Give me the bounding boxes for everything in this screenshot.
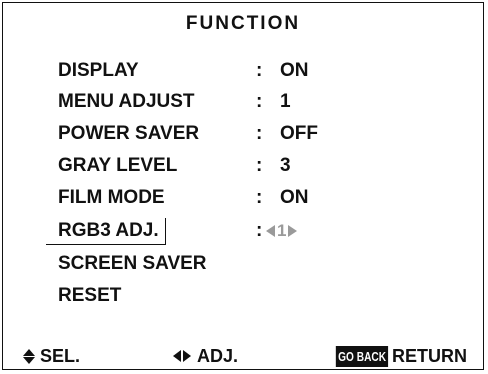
menu-item-label: POWER SAVER	[58, 123, 200, 144]
menu-footer-hints: SEL. ADJ. GO BACK RETURN	[3, 343, 483, 369]
select-hint: SEL.	[23, 343, 80, 369]
menu-item-label: MENU ADJUST	[58, 91, 195, 112]
menu-title: FUNCTION	[185, 13, 301, 34]
menu-item-value: 3	[280, 155, 291, 176]
menu-item-label: RESET	[58, 285, 122, 306]
arrow-left-icon[interactable]	[266, 225, 275, 237]
rgb3-adjust-control[interactable]: 1	[266, 218, 298, 244]
selected-menu-item-label: RGB3 ADJ.	[46, 218, 166, 245]
menu-item-value: OFF	[280, 123, 318, 144]
menu-item-label: DISPLAY	[58, 60, 139, 81]
menu-item-label: GRAY LEVEL	[58, 155, 178, 176]
menu-item-value: ON	[280, 187, 309, 208]
menu-item-label: FILM MODE	[58, 187, 165, 208]
left-right-arrow-icon	[173, 350, 191, 362]
return-hint: GO BACK RETURN	[321, 343, 467, 369]
rgb3-adjust-value: 1	[277, 221, 287, 240]
return-hint-label: RETURN	[392, 345, 467, 366]
arrow-right-icon[interactable]	[288, 225, 298, 237]
menu-item-colon: :	[256, 155, 263, 176]
menu-item-value: ON	[280, 60, 309, 81]
adjust-hint-label: ADJ.	[197, 345, 239, 366]
menu-item-label: SCREEN SAVER	[58, 253, 207, 274]
menu-item-colon: :	[256, 220, 263, 241]
up-down-arrow-icon	[23, 348, 35, 364]
select-hint-label: SEL.	[40, 345, 81, 366]
function-menu-panel: FUNCTION DISPLAY : ON MENU ADJUST : 1 PO…	[2, 2, 484, 370]
adjust-hint: ADJ.	[173, 343, 238, 369]
menu-item-colon: :	[256, 123, 263, 144]
menu-item-value: 1	[280, 91, 291, 112]
menu-item-colon: :	[256, 60, 263, 81]
go-back-key-icon: GO BACK	[335, 345, 388, 367]
menu-item-colon: :	[256, 187, 263, 208]
menu-item-colon: :	[256, 91, 263, 112]
